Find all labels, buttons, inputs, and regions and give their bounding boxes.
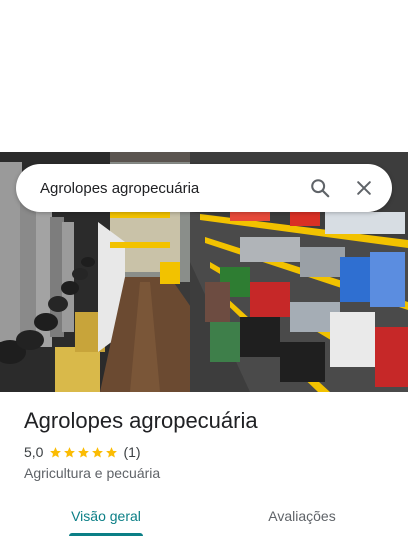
tab-reviews[interactable]: Avaliações	[248, 496, 356, 536]
close-icon[interactable]	[348, 172, 380, 204]
search-icon[interactable]	[304, 172, 336, 204]
star-icon	[92, 446, 104, 457]
place-name: Agrolopes agropecuária	[24, 408, 258, 433]
blank-header-area	[0, 0, 408, 152]
search-input[interactable]: Agrolopes agropecuária	[40, 180, 292, 197]
star-icon	[78, 446, 90, 457]
rating-row[interactable]: 5,0 (1)	[24, 444, 141, 460]
star-icon	[64, 446, 76, 457]
active-tab-indicator	[69, 533, 143, 536]
place-category: Agricultura e pecuária	[24, 465, 161, 481]
rating-value: 5,0	[24, 444, 44, 460]
tab-bar: Visão geral Avaliações	[0, 496, 408, 536]
star-icon	[106, 446, 118, 457]
star-rating	[49, 446, 119, 459]
tab-overview[interactable]: Visão geral	[52, 496, 160, 536]
star-icon	[50, 446, 62, 457]
review-count[interactable]: (1)	[123, 444, 140, 460]
search-bar[interactable]: Agrolopes agropecuária	[16, 164, 392, 212]
